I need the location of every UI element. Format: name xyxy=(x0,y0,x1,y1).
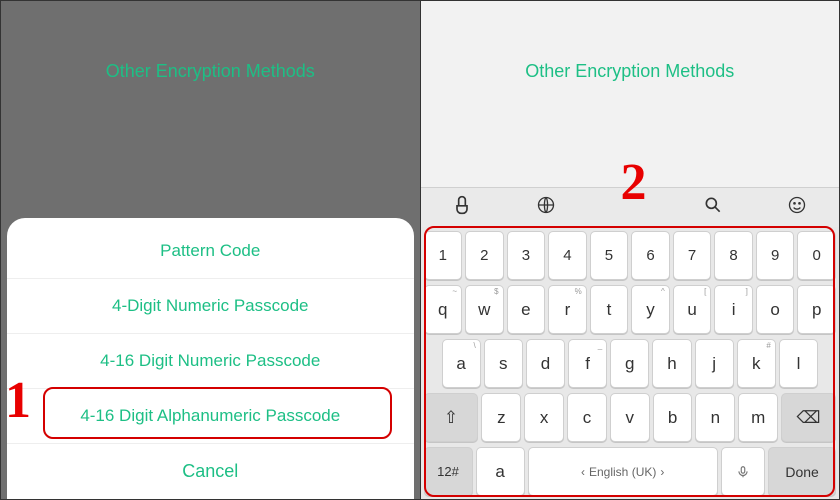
option-pattern-code[interactable]: Pattern Code xyxy=(7,224,414,278)
annotation-highlight-2 xyxy=(424,226,836,497)
option-4-digit-numeric[interactable]: 4-Digit Numeric Passcode xyxy=(7,278,414,333)
action-sheet: Pattern Code 4-Digit Numeric Passcode 4-… xyxy=(7,218,414,499)
option-4-16-digit-numeric[interactable]: 4-16 Digit Numeric Passcode xyxy=(7,333,414,388)
annotation-step-2: 2 xyxy=(621,153,647,212)
page-title: Other Encryption Methods xyxy=(421,61,840,82)
option-cancel[interactable]: Cancel xyxy=(7,443,414,499)
smiley-icon[interactable] xyxy=(755,195,839,221)
search-icon[interactable] xyxy=(672,195,756,221)
touchpal-icon[interactable] xyxy=(421,195,505,221)
page-title-dimmed: Other Encryption Methods xyxy=(1,61,420,82)
annotation-highlight-1 xyxy=(43,387,392,439)
annotation-step-1: 1 xyxy=(5,371,31,430)
globe-icon[interactable] xyxy=(504,195,588,221)
